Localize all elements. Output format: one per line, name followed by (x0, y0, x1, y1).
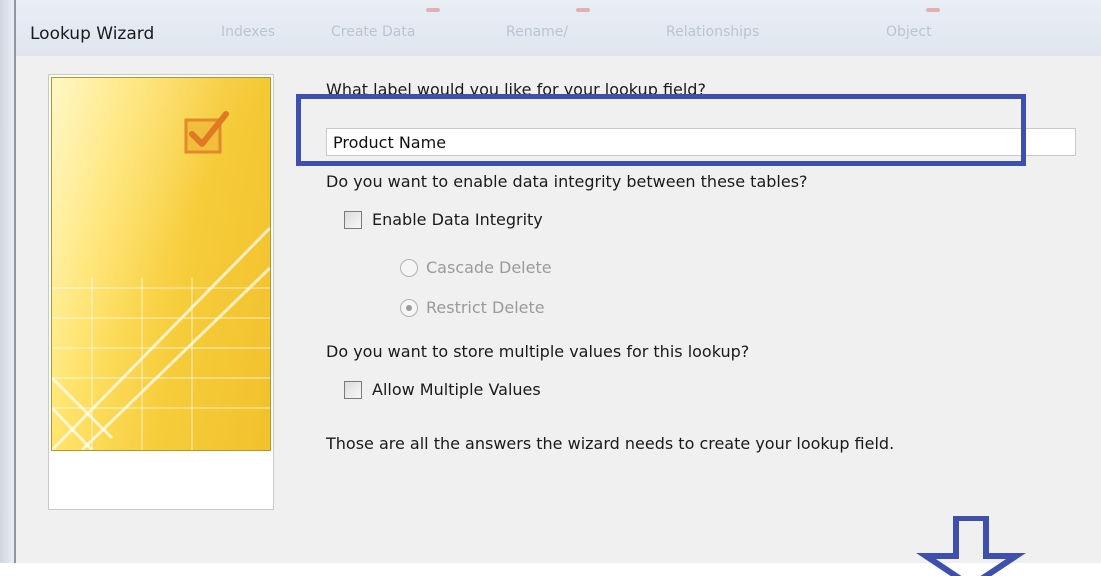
allow-multiple-values-label: Allow Multiple Values (372, 380, 541, 399)
ribbon-ghost-item: Rename/ (506, 24, 569, 40)
title-bar: Indexes Create Data Rename/ Relationship… (16, 0, 1101, 57)
integrity-question: Do you want to enable data integrity bet… (326, 172, 808, 191)
cascade-delete-label: Cascade Delete (426, 258, 552, 277)
wizard-content: What label would you like for your looku… (16, 56, 1101, 576)
enable-data-integrity-option[interactable]: Enable Data Integrity (344, 210, 543, 229)
ribbon-ghost-item: Indexes (221, 24, 276, 40)
ribbon-ghost-item: Object (886, 24, 932, 40)
enable-data-integrity-checkbox[interactable] (344, 210, 362, 229)
cascade-delete-radio[interactable] (400, 258, 418, 277)
down-arrow-icon (916, 516, 1026, 576)
enable-data-integrity-label: Enable Data Integrity (372, 210, 543, 229)
ribbon-ghost-item: Relationships (666, 24, 760, 40)
cascade-delete-option[interactable]: Cascade Delete (400, 258, 552, 277)
closing-note: Those are all the answers the wizard nee… (326, 434, 895, 453)
label-question: What label would you like for your looku… (326, 80, 706, 99)
wizard-graphic-panel (48, 74, 274, 510)
restrict-delete-option[interactable]: Restrict Delete (400, 298, 545, 317)
lookup-wizard-dialog: Indexes Create Data Rename/ Relationship… (14, 0, 1101, 576)
ribbon-ghost-icon (926, 8, 940, 12)
allow-multiple-values-option[interactable]: Allow Multiple Values (344, 380, 541, 399)
ribbon-ghost-icon (576, 8, 590, 12)
lookup-label-input[interactable] (326, 128, 1076, 156)
allow-multiple-values-checkbox[interactable] (344, 380, 362, 399)
ribbon-ghost-icon (426, 8, 440, 12)
table-pattern-art (52, 78, 270, 450)
multiple-values-question: Do you want to store multiple values for… (326, 342, 750, 361)
restrict-delete-label: Restrict Delete (426, 298, 545, 317)
window-title: Lookup Wizard (30, 24, 155, 44)
checkmark-box-icon (184, 111, 229, 154)
background-window-edge (0, 0, 15, 563)
ribbon-ghost-item: Create Data (331, 24, 416, 40)
wizard-graphic (51, 77, 271, 451)
restrict-delete-radio[interactable] (400, 298, 418, 317)
